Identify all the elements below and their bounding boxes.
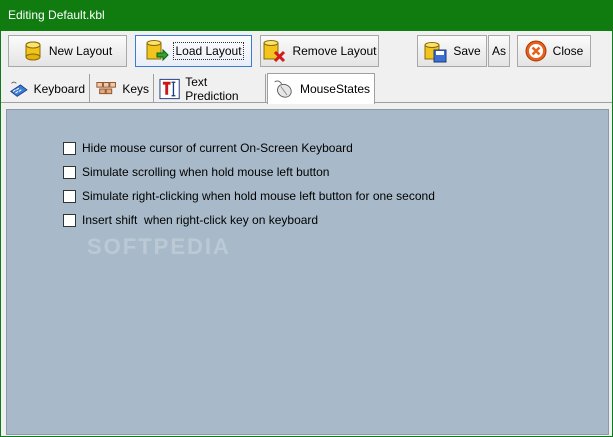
mousestates-panel: SOFTPEDIA Hide mouse cursor of current O…: [6, 109, 609, 435]
remove-layout-button[interactable]: Remove Layout: [260, 35, 379, 67]
save-as-button[interactable]: As: [488, 35, 510, 67]
option-insert-shift[interactable]: Insert shift when right-click key on key…: [63, 213, 318, 227]
close-label: Close: [552, 44, 584, 58]
tab-mousestates-label: MouseStates: [299, 82, 370, 96]
window-title: Editing Default.kbl: [8, 8, 105, 22]
load-layout-label: Load Layout: [173, 42, 244, 60]
keys-icon: [96, 81, 116, 94]
title-bar: Editing Default.kbl: [0, 0, 613, 31]
save-as-label: As: [491, 44, 506, 58]
insert-shift-label: Insert shift when right-click key on key…: [82, 213, 319, 227]
text-prediction-icon: [159, 78, 180, 99]
database-icon: [25, 41, 41, 61]
tab-text-prediction[interactable]: Text Prediction: [155, 74, 266, 103]
new-layout-button[interactable]: New Layout: [8, 35, 127, 67]
simulate-right-click-label: Simulate right-clicking when hold mouse …: [82, 189, 435, 203]
remove-database-icon: [263, 40, 286, 63]
save-label: Save: [453, 44, 481, 58]
insert-shift-checkbox[interactable]: [63, 213, 76, 227]
tab-keyboard[interactable]: Keyboard: [5, 74, 90, 103]
tab-text-prediction-label: Text Prediction: [185, 74, 239, 103]
option-simulate-scrolling[interactable]: Simulate scrolling when hold mouse left …: [63, 165, 329, 179]
mouse-icon: [274, 80, 292, 98]
option-simulate-right-click[interactable]: Simulate right-clicking when hold mouse …: [63, 189, 435, 203]
save-button[interactable]: Save: [417, 35, 487, 67]
watermark: SOFTPEDIA: [87, 234, 231, 259]
tab-keys[interactable]: Keys: [91, 74, 154, 103]
tab-strip: Keyboard Keys Text Prediction MouseState…: [1, 71, 612, 104]
simulate-right-click-checkbox[interactable]: [63, 189, 76, 203]
save-icon: [424, 42, 447, 63]
simulate-scrolling-checkbox[interactable]: [63, 165, 76, 179]
tab-mousestates[interactable]: MouseStates: [267, 73, 375, 104]
new-layout-label: New Layout: [48, 44, 113, 58]
close-icon: [525, 40, 547, 62]
keyboard-icon: [9, 81, 28, 97]
load-layout-button[interactable]: Load Layout: [135, 35, 252, 67]
editor-window: New Layout Load Layout Remove Layout Sav…: [1, 31, 612, 436]
remove-layout-label: Remove Layout: [292, 44, 377, 58]
hide-cursor-checkbox[interactable]: [63, 141, 76, 155]
option-hide-cursor[interactable]: Hide mouse cursor of current On-Screen K…: [63, 141, 353, 155]
close-button[interactable]: Close: [517, 35, 591, 67]
hide-cursor-label: Hide mouse cursor of current On-Screen K…: [82, 141, 353, 155]
simulate-scrolling-label: Simulate scrolling when hold mouse left …: [82, 165, 330, 179]
load-database-icon: [146, 40, 170, 62]
toolbar: New Layout Load Layout Remove Layout Sav…: [1, 31, 612, 71]
tab-keys-label: Keys: [122, 81, 149, 96]
tab-keyboard-label: Keyboard: [33, 81, 85, 96]
